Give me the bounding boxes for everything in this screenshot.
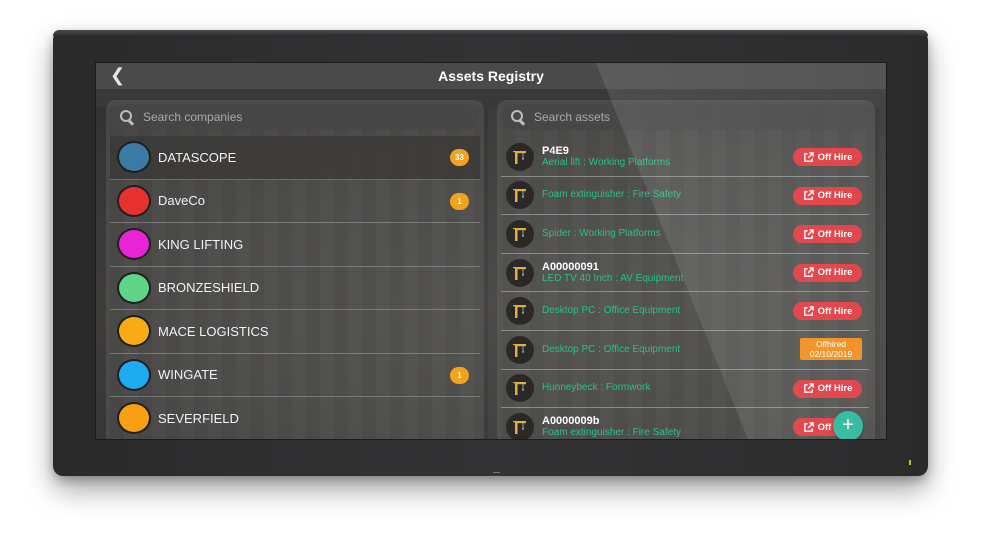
asset-description: Hunneybeck : Formwork (542, 382, 651, 394)
asset-text: Hunneybeck : Formwork (542, 382, 650, 394)
company-search-input[interactable] (141, 109, 478, 125)
external-link-icon (803, 267, 814, 278)
offhired-status-badge: Offhired 02/10/2019 (800, 337, 862, 360)
asset-id: P4E9 (542, 144, 569, 157)
crane-icon (506, 258, 534, 287)
asset-description: Desktop PC : Office Equipment (542, 343, 681, 355)
assets-panel: P4E9Aerial lift : Working Platforms Off H… (497, 100, 875, 439)
company-color-avatar (117, 141, 151, 174)
asset-search-box[interactable] (501, 104, 869, 130)
asset-text: Desktop PC : Office Equipment (542, 344, 680, 356)
power-led (909, 460, 911, 465)
asset-list: P4E9 Aerial lift : Working Platforms Off H… (501, 138, 869, 439)
asset-description: Foam extinguisher : Fire Safety (542, 426, 681, 438)
company-row[interactable]: KING LIFTING (110, 223, 480, 267)
company-list: DATASCOPE 33 DaveCo 1 KING LIFTING BRONZESHIE… (110, 136, 480, 439)
off-hire-button[interactable]: Off Hire (793, 302, 862, 321)
asset-count-badge: 1 (450, 366, 469, 384)
asset-description: Spider : Working Platforms (542, 227, 661, 239)
asset-text: P4E9 Aerial lift : Working Platforms (542, 145, 670, 169)
off-hire-button[interactable]: Off Hire (793, 186, 862, 205)
crane-icon (506, 181, 534, 210)
crane-icon (506, 412, 534, 439)
search-icon (511, 110, 525, 124)
page-title: Assets Registry (438, 68, 544, 84)
company-color-avatar (117, 358, 151, 391)
asset-text: Foam extinguisher : Fire Safety (542, 189, 681, 201)
company-color-avatar (117, 184, 151, 217)
offhired-date: 02/10/2019 (809, 348, 853, 359)
tablet-device: ❮ Assets Registry DATASCOPE 33 DaveCo 1 KING… (53, 30, 928, 476)
external-link-icon (803, 190, 814, 201)
off-hire-button[interactable]: Off Hire (793, 263, 862, 282)
company-color-avatar (117, 228, 151, 261)
off-hire-label: Off Hire (817, 151, 853, 163)
search-icon (120, 110, 134, 124)
add-asset-button[interactable]: + (833, 411, 863, 439)
external-link-icon (803, 306, 814, 317)
asset-row[interactable]: Spider : Working Platforms Off Hire (501, 215, 869, 254)
company-name: DATASCOPE (158, 149, 237, 165)
offhired-label: Offhired (815, 338, 847, 349)
asset-row[interactable]: Foam extinguisher : Fire Safety Off Hire (501, 177, 869, 216)
external-link-icon (803, 421, 814, 433)
off-hire-label: Off Hire (817, 305, 853, 317)
asset-search-input[interactable] (532, 109, 869, 125)
app-screen: ❮ Assets Registry DATASCOPE 33 DaveCo 1 KING… (95, 62, 887, 440)
crane-icon (506, 142, 534, 171)
asset-id: A0000009b (542, 414, 600, 427)
asset-description: Desktop PC : Office Equipment (542, 305, 681, 317)
asset-row[interactable]: A0000009b Foam extinguisher : Fire Safety… (501, 408, 869, 439)
asset-text: A0000009b Foam extinguisher : Fire Safety (542, 415, 681, 439)
company-name: DaveCo (158, 193, 205, 209)
asset-description: LED TV 40 Inch : AV Equipment (542, 272, 684, 284)
company-name: BRONZESHIELD (158, 280, 260, 296)
off-hire-label: Off Hire (817, 190, 853, 202)
company-row[interactable]: DaveCo 1 (110, 180, 480, 223)
off-hire-label: Off Hire (817, 228, 853, 240)
company-search-box[interactable] (110, 104, 478, 130)
off-hire-button[interactable]: Off Hire (793, 148, 862, 166)
external-link-icon (803, 151, 814, 163)
company-name: WINGATE (158, 367, 218, 383)
crane-icon (506, 335, 534, 364)
off-hire-button[interactable]: Off Hire (793, 379, 862, 398)
off-hire-button[interactable]: Off Hire (793, 225, 862, 244)
asset-text: A00000091 LED TV 40 Inch : AV Equipment (542, 261, 683, 285)
asset-description: Aerial lift : Working Platforms (542, 156, 671, 168)
company-row[interactable]: MACE LOGISTICS (110, 310, 480, 354)
asset-text: Spider : Working Platforms (542, 228, 661, 240)
external-link-icon (803, 228, 814, 240)
company-name: KING LIFTING (158, 236, 244, 252)
off-hire-label: Off Hire (817, 267, 853, 279)
company-name: SEVERFIELD (158, 410, 239, 426)
asset-count-badge: 33 (450, 149, 469, 166)
asset-row[interactable]: P4E9 Aerial lift : Working Platforms Off H… (501, 138, 869, 177)
company-color-avatar (117, 402, 151, 435)
asset-description: Foam extinguisher : Fire Safety (542, 189, 681, 201)
crane-icon (506, 219, 534, 248)
crane-icon (506, 297, 534, 326)
bezel-mark (493, 472, 500, 473)
company-color-avatar (117, 271, 151, 304)
external-link-icon (803, 383, 814, 394)
asset-row[interactable]: Desktop PC : Office Equipment Offhired 02/… (501, 331, 869, 370)
asset-text: Desktop PC : Office Equipment (542, 305, 680, 317)
company-row[interactable]: SEVERFIELD (110, 397, 480, 439)
asset-row[interactable]: Hunneybeck : Formwork Off Hire (501, 370, 869, 409)
off-hire-label: Off Hire (817, 383, 853, 395)
asset-id: A00000091 (542, 260, 599, 273)
company-row[interactable]: BRONZESHIELD (110, 267, 480, 310)
company-row[interactable]: DATASCOPE 33 (110, 136, 480, 180)
companies-panel: DATASCOPE 33 DaveCo 1 KING LIFTING BRONZESHIE… (106, 100, 484, 439)
asset-row[interactable]: A00000091 LED TV 40 Inch : AV Equipment Of… (501, 254, 869, 293)
company-color-avatar (117, 315, 151, 348)
company-name: MACE LOGISTICS (158, 323, 269, 339)
crane-icon (506, 374, 534, 403)
company-row[interactable]: WINGATE 1 (110, 354, 480, 397)
app-header: ❮ Assets Registry (96, 63, 886, 90)
asset-count-badge: 1 (450, 192, 469, 210)
asset-row[interactable]: Desktop PC : Office Equipment Off Hire (501, 292, 869, 331)
